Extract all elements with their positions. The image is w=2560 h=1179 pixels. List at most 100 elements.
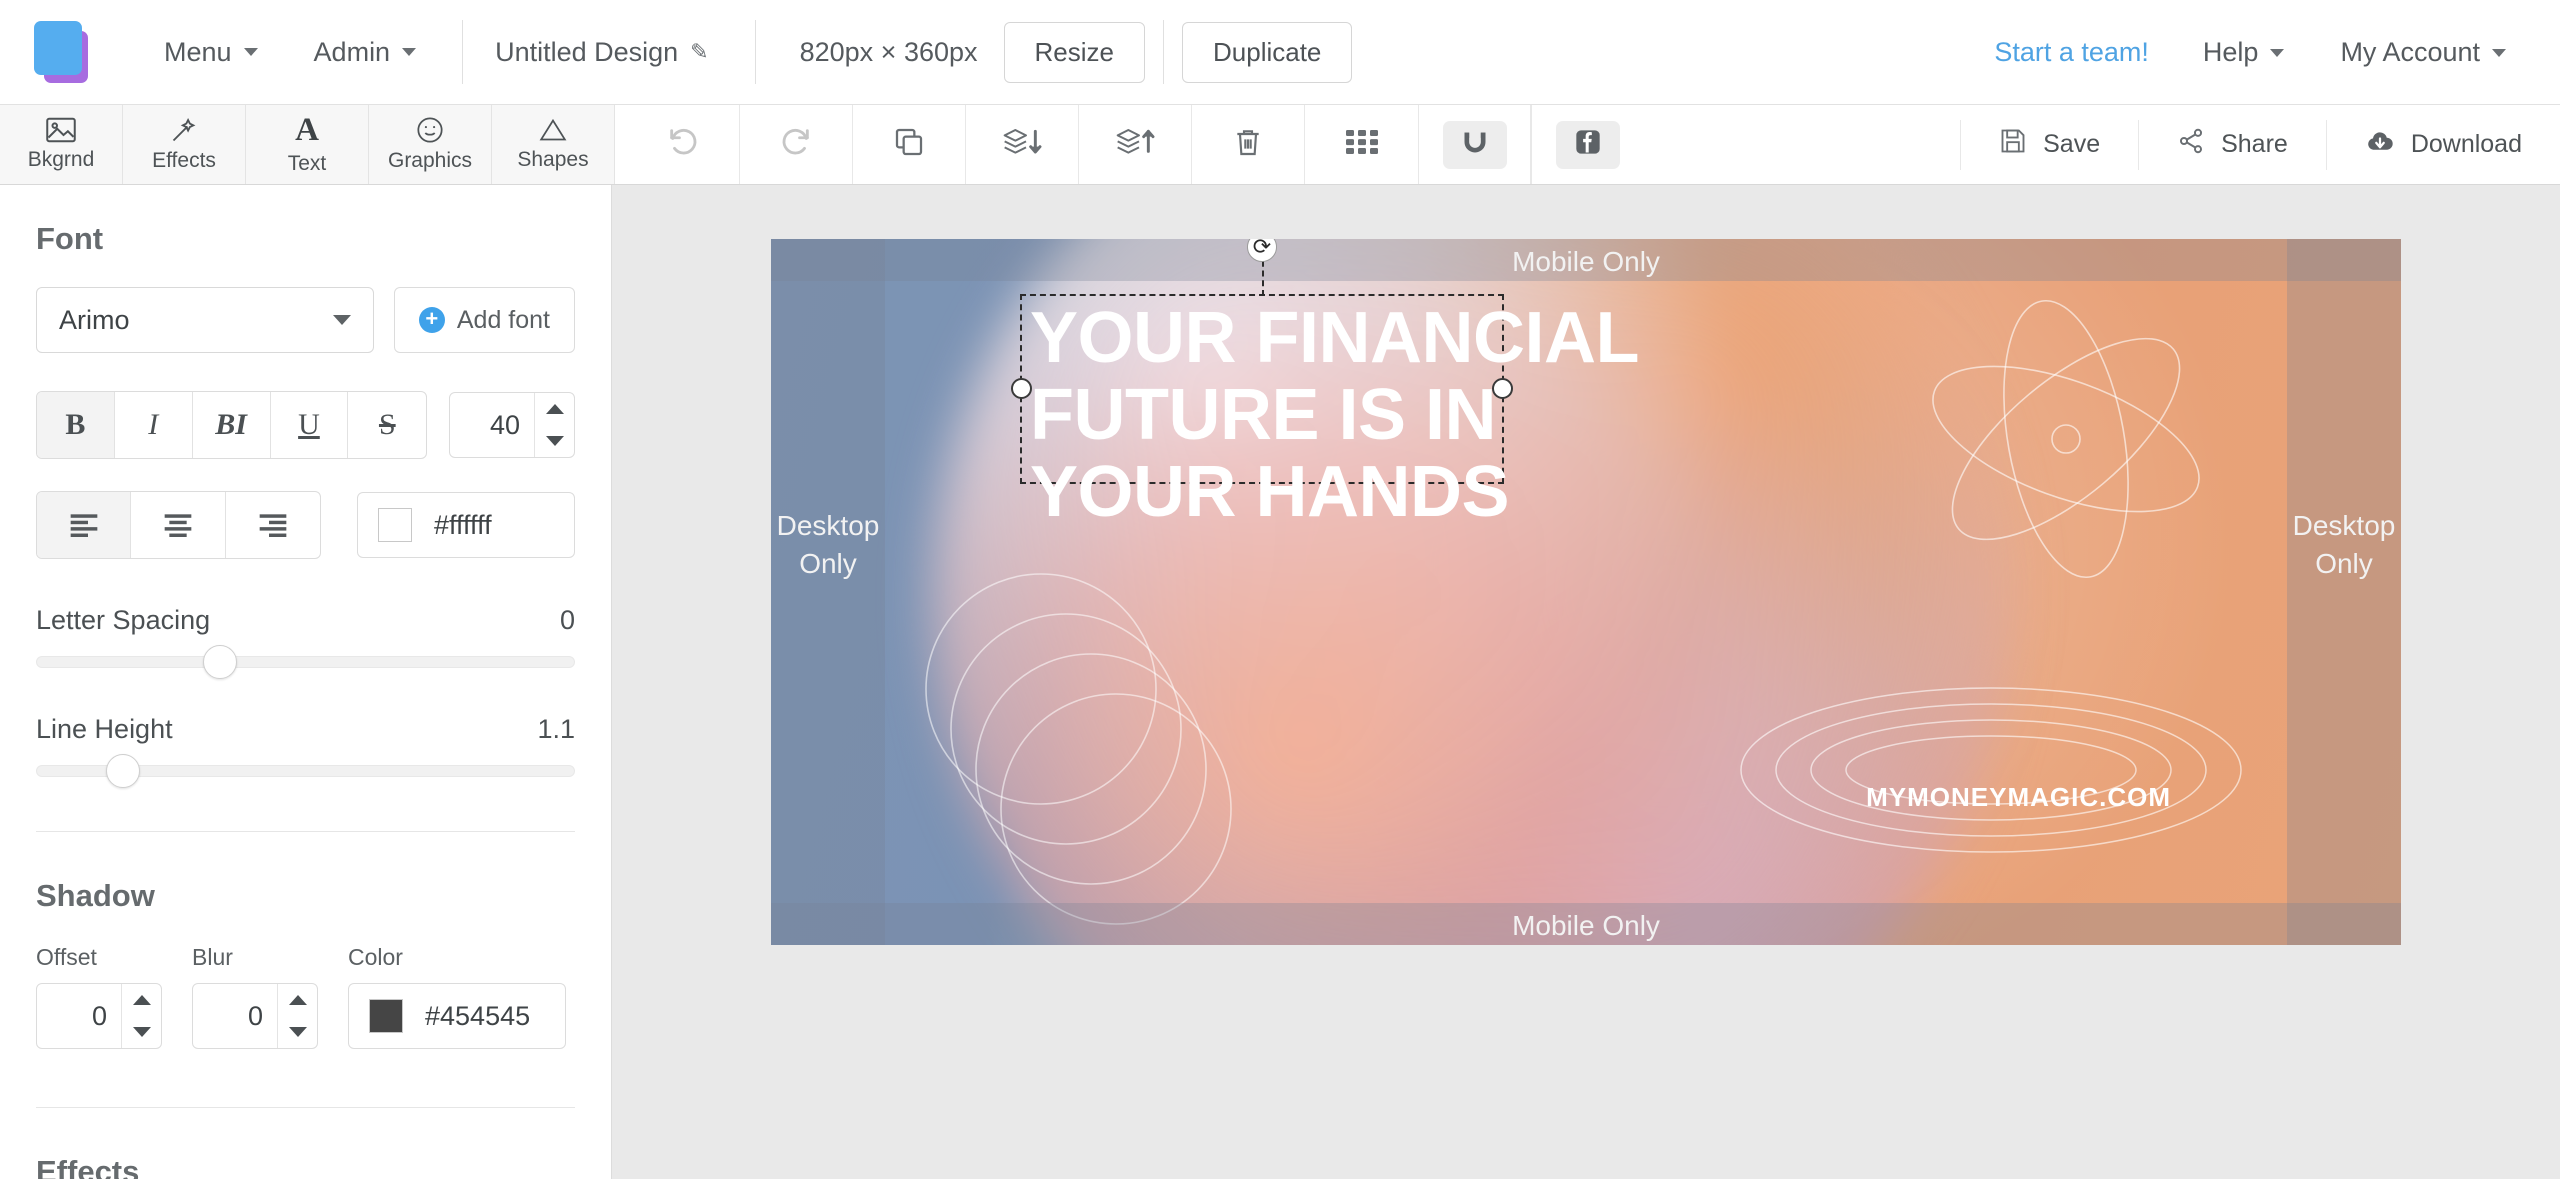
tab-graphics[interactable]: Graphics xyxy=(369,105,492,184)
italic-button[interactable]: I xyxy=(115,392,193,458)
add-font-label: Add font xyxy=(456,305,550,334)
strikethrough-button[interactable]: S xyxy=(348,392,426,458)
share-icon xyxy=(2177,127,2205,162)
align-center-button[interactable] xyxy=(131,492,226,558)
line-height-slider[interactable] xyxy=(36,754,575,788)
shadow-blur-decrease[interactable] xyxy=(278,1016,317,1048)
shadow-offset-decrease[interactable] xyxy=(122,1016,161,1048)
font-size-increase[interactable] xyxy=(535,393,574,425)
text-properties-panel: Font Arimo + Add font B I BI U S 40 #fff… xyxy=(0,185,612,1179)
smiley-icon xyxy=(416,116,444,144)
bold-button[interactable]: B xyxy=(37,392,115,458)
shadow-blur-stepper[interactable]: 0 xyxy=(192,983,318,1049)
tab-effects-label: Effects xyxy=(152,149,216,172)
text-color-picker[interactable]: #ffffff xyxy=(357,492,575,558)
chevron-down-icon xyxy=(402,48,417,56)
my-account-dropdown-label: My Account xyxy=(2340,37,2480,67)
facebook-icon xyxy=(1574,128,1602,161)
shadow-color-control: Color #454545 xyxy=(348,944,566,1049)
undo-button[interactable] xyxy=(627,105,740,184)
panel-divider xyxy=(36,1107,575,1108)
plus-circle-icon: + xyxy=(418,307,445,333)
chevron-down-icon xyxy=(2492,48,2506,57)
font-row: Arimo + Add font xyxy=(36,287,575,353)
app-logo[interactable] xyxy=(28,21,104,83)
duplicate-layer-button[interactable] xyxy=(853,105,966,184)
font-size-stepper[interactable]: 40 xyxy=(449,392,575,458)
shadow-blur-label: Blur xyxy=(192,944,233,970)
desktop-only-left-band: Desktop Only xyxy=(771,239,885,945)
trash-icon xyxy=(1232,126,1264,163)
mobile-only-top-label: Mobile Only xyxy=(1512,246,1660,277)
tab-text[interactable]: A Text xyxy=(246,105,369,184)
tab-bkgrnd[interactable]: Bkgrnd xyxy=(0,105,123,184)
pencil-icon[interactable]: ✎ xyxy=(690,39,708,65)
document-title[interactable]: Untitled Design ✎ xyxy=(481,37,737,68)
snap-toggle-surface[interactable] xyxy=(1442,120,1507,169)
resize-handle-left[interactable] xyxy=(1011,378,1032,399)
font-family-select[interactable]: Arimo xyxy=(36,287,374,353)
line-height-knob[interactable] xyxy=(105,754,140,788)
menu-dropdown[interactable]: Menu xyxy=(136,37,286,68)
snap-toggle[interactable] xyxy=(1418,105,1531,184)
admin-dropdown-label: Admin xyxy=(313,36,391,67)
resize-button[interactable]: Resize xyxy=(1003,21,1145,83)
font-size-decrease[interactable] xyxy=(535,425,574,457)
canvas-workspace[interactable]: Desktop Only Desktop Only Mobile Only Mo… xyxy=(612,185,2560,1179)
shadow-section-title: Shadow xyxy=(36,878,155,913)
resize-handle-right[interactable] xyxy=(1492,378,1513,399)
bring-forward-button[interactable] xyxy=(1079,105,1192,184)
align-left-button[interactable] xyxy=(37,492,132,558)
start-a-team-link[interactable]: Start a team! xyxy=(1968,37,2175,68)
admin-dropdown[interactable]: Admin xyxy=(286,37,445,68)
facebook-button[interactable] xyxy=(1531,105,1644,184)
shadow-color-picker[interactable]: #454545 xyxy=(348,983,566,1049)
shadow-offset-value[interactable]: 0 xyxy=(37,984,121,1048)
copy-icon xyxy=(893,126,925,163)
bold-italic-button[interactable]: BI xyxy=(193,392,271,458)
shadow-blur-value[interactable]: 0 xyxy=(193,984,277,1048)
grid-icon xyxy=(1345,129,1378,160)
share-button[interactable]: Share xyxy=(2138,119,2326,170)
tab-shapes[interactable]: Shapes xyxy=(492,105,615,184)
tab-shapes-label: Shapes xyxy=(517,148,589,171)
font-style-row: B I BI U S 40 xyxy=(36,391,575,459)
desktop-only-right-band: Desktop Only xyxy=(2287,239,2401,945)
chevron-down-icon xyxy=(2270,48,2285,57)
facebook-button-surface[interactable] xyxy=(1556,120,1620,169)
send-backward-button[interactable] xyxy=(966,105,1079,184)
help-dropdown[interactable]: Help xyxy=(2175,37,2313,68)
download-button[interactable]: Download xyxy=(2325,119,2560,170)
app-header: Menu Admin Untitled Design ✎ 820px × 360… xyxy=(0,0,2560,105)
text-color-value: #ffffff xyxy=(434,509,492,540)
letter-spacing-slider[interactable] xyxy=(36,645,575,679)
design-canvas[interactable]: Desktop Only Desktop Only Mobile Only Mo… xyxy=(771,239,2401,945)
underline-button[interactable]: U xyxy=(271,392,349,458)
tab-effects[interactable]: Effects xyxy=(123,105,246,184)
add-font-button[interactable]: + Add font xyxy=(393,287,575,353)
letter-spacing-knob[interactable] xyxy=(202,645,237,679)
my-account-dropdown[interactable]: My Account xyxy=(2312,37,2534,68)
selected-text-element[interactable]: YOUR FINANCIAL FUTURE IS IN YOUR HANDS ⟳ xyxy=(1011,239,1639,531)
mobile-only-bottom-label: Mobile Only xyxy=(1512,910,1660,941)
duplicate-button[interactable]: Duplicate xyxy=(1182,21,1353,83)
headline-text[interactable]: YOUR FINANCIAL FUTURE IS IN YOUR HANDS xyxy=(1030,299,1930,531)
font-size-spinners xyxy=(534,393,574,457)
shadow-blur-increase[interactable] xyxy=(278,984,317,1016)
shadow-color-value: #454545 xyxy=(425,1000,531,1031)
shadow-offset-stepper[interactable]: 0 xyxy=(36,983,162,1049)
align-right-button[interactable] xyxy=(226,492,320,558)
delete-button[interactable] xyxy=(1192,105,1305,184)
font-size-value[interactable]: 40 xyxy=(450,393,534,457)
redo-button[interactable] xyxy=(740,105,853,184)
grid-button[interactable] xyxy=(1305,105,1418,184)
triangle-down-icon xyxy=(132,1027,151,1037)
menu-dropdown-label: Menu xyxy=(164,36,232,67)
toolbar-actions xyxy=(627,105,1644,184)
shadow-offset-increase[interactable] xyxy=(122,984,161,1016)
site-url-text[interactable]: MYMONEYMAGIC.COM xyxy=(1866,782,2171,813)
save-button[interactable]: Save xyxy=(1960,119,2138,170)
magnet-icon xyxy=(1461,128,1489,161)
header-divider xyxy=(1163,20,1164,84)
shadow-offset-spinners xyxy=(121,984,161,1048)
